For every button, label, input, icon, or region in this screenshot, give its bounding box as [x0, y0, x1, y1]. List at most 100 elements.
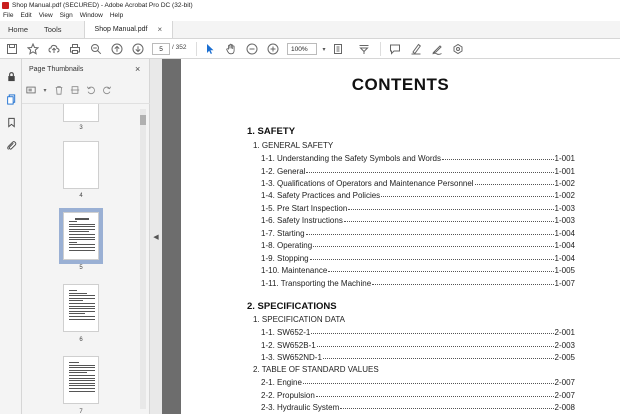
prev-page-icon[interactable]	[110, 42, 124, 56]
toc-entry[interactable]: 1-3. Qualifications of Operators and Mai…	[261, 177, 575, 188]
page-total: / 352	[172, 44, 187, 51]
subsection-heading: 2. TABLE OF STANDARD VALUES	[253, 365, 379, 374]
toc-entry[interactable]: 1-10. Maintenance 1-005	[261, 264, 575, 275]
toc-entry[interactable]: 2-1. Engine 2-007	[261, 376, 575, 387]
toc-entry-text: 1-5. Pre Start Inspection	[261, 204, 348, 213]
toc-entry[interactable]: 2-2. Propulsion 2-007	[261, 389, 575, 400]
page-thumbnail[interactable]	[63, 284, 99, 332]
toc-entry-page: 2-008	[554, 403, 575, 412]
toc-leader	[302, 383, 554, 384]
page-thumbnails-icon[interactable]	[5, 93, 17, 105]
toc-entry-text: 1-4. Safety Practices and Policies	[261, 191, 381, 200]
toc-entry-page: 1-001	[554, 154, 575, 163]
page-thumbnail[interactable]	[63, 356, 99, 404]
zoom-level-input[interactable]: 100%	[287, 43, 317, 55]
toc-entry-page: 1-002	[554, 191, 575, 200]
toc-entry[interactable]: 1-6. Safety Instructions 1-003	[261, 214, 575, 225]
hand-icon[interactable]	[224, 42, 238, 56]
toc-entry-page: 1-002	[554, 179, 575, 188]
lock-icon[interactable]	[5, 70, 17, 82]
acrobat-app-icon	[2, 1, 9, 9]
delete-icon[interactable]	[54, 85, 64, 95]
tab-tools[interactable]: Tools	[36, 21, 70, 38]
extract-page-icon[interactable]	[70, 85, 80, 95]
toc-entry-text: 1-6. Safety Instructions	[261, 216, 343, 225]
toc-entry[interactable]: 2-3. Hydraulic System 2-008	[261, 401, 575, 412]
toc-entry-text: 2-1. Engine	[261, 378, 302, 387]
toc-entry[interactable]: 1-7. Starting 1-004	[261, 227, 575, 238]
menu-edit[interactable]: Edit	[20, 12, 31, 19]
left-navigation-rail	[0, 59, 22, 414]
toc-entry[interactable]: 1-11. Transporting the Machine 1-007	[261, 277, 575, 288]
toc-entry-text: 1-1. SW652-1	[261, 328, 311, 337]
document-viewer[interactable]: CONTENTS 1. SAFETY 1. GENERAL SAFETY 1-1…	[162, 59, 620, 414]
scroll-mode-icon[interactable]	[357, 42, 371, 56]
toc-entry-text: 1-3. SW652ND-1	[261, 353, 322, 362]
toc-entry[interactable]: 1-1. Understanding the Safety Symbols an…	[261, 152, 575, 163]
toc-entry-page: 1-001	[554, 167, 575, 176]
scrollbar-thumb[interactable]	[140, 115, 146, 125]
toc-entry-text: 1-11. Transporting the Machine	[261, 279, 372, 288]
zoom-out-icon[interactable]	[245, 42, 259, 56]
page-thumbnails-panel: Page Thumbnails × ▾ 3 4 5 6 7	[22, 59, 150, 414]
menu-view[interactable]: View	[39, 12, 53, 19]
chevron-down-icon[interactable]: ▾	[42, 85, 48, 95]
toc-entry[interactable]: 1-3. SW652ND-1 2-005	[261, 351, 575, 362]
rotate-left-icon[interactable]	[86, 85, 96, 95]
toc-entry[interactable]: 1-8. Operating 1-004	[261, 239, 575, 250]
save-icon[interactable]	[5, 42, 19, 56]
zoom-level-value: 100%	[291, 45, 308, 53]
rotate-right-icon[interactable]	[102, 85, 112, 95]
page-number-input[interactable]: 5	[152, 43, 170, 55]
page-thumbnail[interactable]	[63, 141, 99, 189]
menu-window[interactable]: Window	[80, 12, 103, 19]
page-thumbnail-label: 7	[79, 409, 83, 414]
toc-entry-page: 1-004	[554, 241, 575, 250]
more-tools-icon[interactable]	[451, 42, 465, 56]
toc-entry[interactable]: 1-1. SW652-1 2-001	[261, 326, 575, 337]
page-thumbnail-selected[interactable]	[59, 208, 103, 264]
toc-entry[interactable]: 1-2. General 1-001	[261, 165, 575, 176]
select-cursor-icon[interactable]	[203, 42, 217, 56]
tab-document[interactable]: Shop Manual.pdf ×	[83, 21, 174, 38]
toc-entry-page: 2-007	[554, 391, 575, 400]
toc-leader	[322, 358, 554, 359]
toc-entry-page: 2-001	[554, 328, 575, 337]
close-icon[interactable]: ×	[135, 64, 140, 74]
toc-entry[interactable]: 1-5. Pre Start Inspection 1-003	[261, 202, 575, 213]
comment-icon[interactable]	[388, 42, 402, 56]
zoom-dropdown-icon[interactable]: ▾	[317, 42, 331, 56]
page-thumbnail[interactable]	[63, 104, 99, 122]
upload-icon[interactable]	[47, 42, 61, 56]
bookmark-icon[interactable]	[5, 116, 17, 128]
menu-file[interactable]: File	[3, 12, 13, 19]
toc-leader	[340, 408, 554, 409]
section-heading: 1. SAFETY	[247, 126, 296, 137]
section-heading: 2. SPECIFICATIONS	[247, 301, 337, 312]
thumbnail-list[interactable]: 3 4 5 6 7	[22, 103, 150, 414]
collapse-panel-handle[interactable]: ◀	[150, 59, 162, 414]
panel-title: Page Thumbnails	[29, 66, 84, 73]
next-page-icon[interactable]	[131, 42, 145, 56]
options-menu-icon[interactable]	[26, 85, 36, 95]
menu-bar: File Edit View Sign Window Help	[0, 10, 620, 21]
toc-leader	[441, 159, 554, 160]
print-icon[interactable]	[68, 42, 82, 56]
close-icon[interactable]: ×	[157, 25, 162, 34]
menu-sign[interactable]: Sign	[60, 12, 73, 19]
toc-entry[interactable]: 1-9. Stopping 1-004	[261, 252, 575, 263]
zoom-out-search-icon[interactable]	[89, 42, 103, 56]
subsection-heading: 1. GENERAL SAFETY	[253, 141, 334, 150]
toc-entry[interactable]: 1-4. Safety Practices and Policies 1-002	[261, 189, 575, 200]
menu-help[interactable]: Help	[110, 12, 123, 19]
zoom-in-icon[interactable]	[266, 42, 280, 56]
toc-entry[interactable]: 1-2. SW652B-1 2-003	[261, 339, 575, 350]
attachment-icon[interactable]	[5, 139, 17, 151]
tab-home[interactable]: Home	[0, 21, 36, 38]
sign-icon[interactable]	[430, 42, 444, 56]
highlight-icon[interactable]	[409, 42, 423, 56]
thumbnail-scrollbar[interactable]	[140, 109, 146, 409]
fit-page-icon[interactable]	[331, 42, 345, 56]
toolbar-divider	[196, 42, 197, 56]
star-icon[interactable]	[26, 42, 40, 56]
